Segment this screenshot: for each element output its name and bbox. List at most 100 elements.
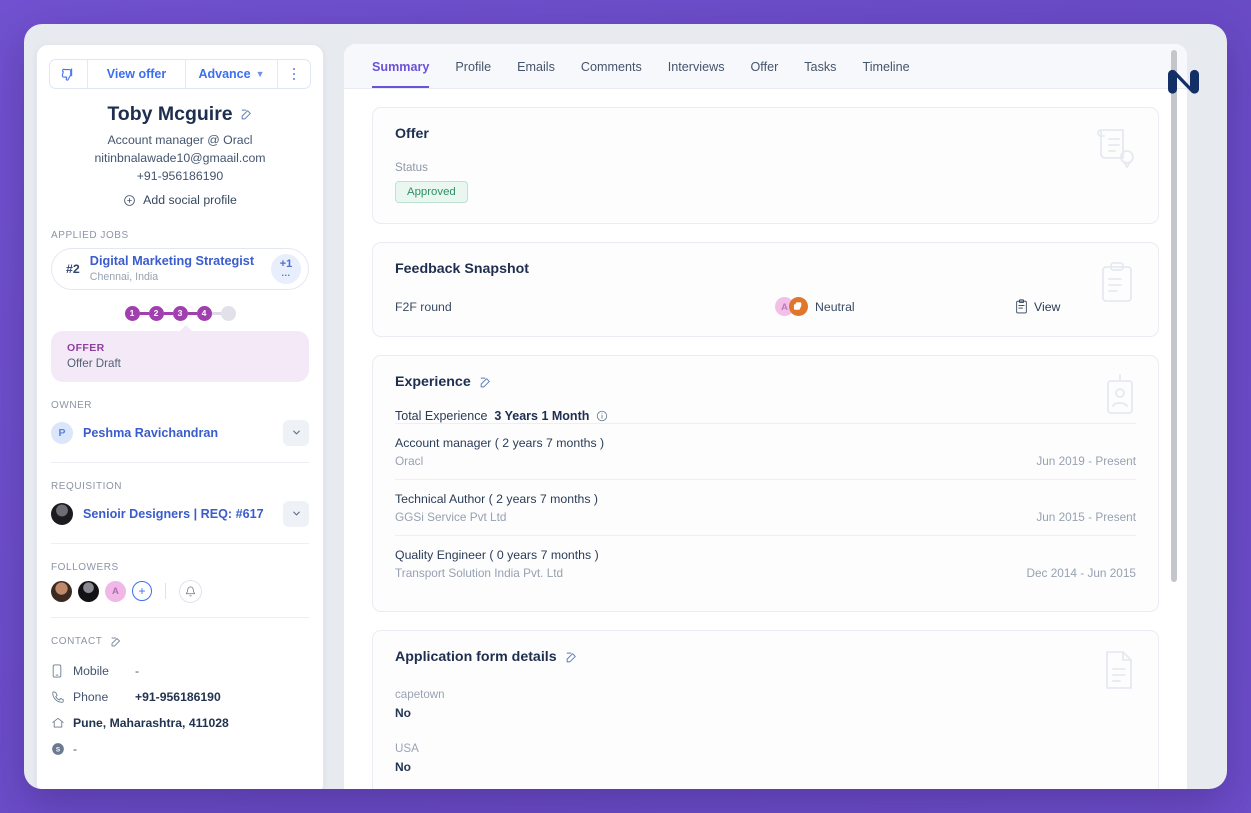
stage-progress: 1 2 3 4: [37, 305, 323, 321]
advance-dropdown-button[interactable]: Advance ▼: [186, 60, 278, 88]
add-follower-button[interactable]: +: [132, 581, 152, 601]
thumbs-down-icon: [61, 67, 73, 81]
tab-bar: Summary Profile Emails Comments Intervie…: [344, 44, 1187, 89]
feedback-rating: A Neutral: [775, 297, 1015, 316]
owner-dropdown-button[interactable]: [283, 419, 309, 446]
more-jobs-dots: ...: [281, 268, 291, 278]
contact-row-address: Pune, Maharashtra, 411028: [51, 710, 309, 736]
stage-connector: [187, 311, 197, 315]
tab-summary[interactable]: Summary: [372, 60, 430, 88]
requisition-dropdown-button[interactable]: [283, 500, 309, 527]
stage-step-3[interactable]: 3: [172, 305, 188, 321]
feedback-row: F2F round A Neutral View: [395, 297, 1136, 316]
more-jobs-badge[interactable]: +1 ...: [271, 253, 301, 284]
stage-step-1[interactable]: 1: [124, 305, 140, 321]
tab-timeline[interactable]: Timeline: [862, 60, 909, 88]
candidate-email[interactable]: nitinbnalawade10@gmaail.com: [53, 151, 307, 165]
contact-header: CONTACT: [51, 636, 323, 648]
divider: [51, 461, 309, 463]
add-social-profile-button[interactable]: Add social profile: [123, 193, 237, 207]
contact-row-mobile: Mobile -: [51, 658, 309, 684]
current-stage-sub: Offer Draft: [67, 356, 121, 370]
followers-label: FOLLOWERS: [51, 561, 119, 573]
vertical-scrollbar[interactable]: [1171, 50, 1177, 582]
chevron-down-icon: [292, 430, 300, 435]
application-title-text: Application form details: [395, 649, 557, 665]
current-stage-name: OFFER: [67, 341, 105, 354]
followers-row: A +: [51, 579, 309, 603]
phone-icon: [51, 690, 73, 704]
divider: [51, 616, 309, 618]
certificate-icon: [1096, 126, 1136, 175]
clipboard-icon: [1016, 299, 1027, 314]
avatar[interactable]: [78, 580, 99, 602]
candidate-phone: +91-956186190: [136, 169, 224, 183]
app-window: View offer Advance ▼ Toby Mcguire Accoun…: [24, 24, 1227, 789]
owner-name[interactable]: Peshma Ravichandran: [83, 426, 273, 440]
notifications-button[interactable]: [179, 579, 202, 603]
experience-item: Quality Engineer ( 0 years 7 months ) Tr…: [395, 535, 1136, 591]
requisition-label: REQUISITION: [51, 480, 123, 492]
page-title: Toby Mcguire: [107, 103, 233, 125]
edit-icon[interactable]: [565, 651, 578, 664]
tab-comments[interactable]: Comments: [581, 60, 642, 88]
edit-icon[interactable]: [110, 636, 122, 648]
offer-card: Offer Status Approved: [372, 107, 1159, 224]
avatar: [51, 502, 73, 525]
view-offer-button[interactable]: View offer: [88, 60, 186, 88]
experience-org: GGSi Service Pvt Ltd: [395, 510, 507, 524]
logo-icon: [1168, 69, 1199, 94]
total-experience-row: Total Experience 3 Years 1 Month: [395, 409, 1136, 423]
candidate-header: Toby Mcguire Account manager @ Oracl nit…: [37, 89, 323, 212]
edit-icon[interactable]: [240, 108, 253, 121]
contact-key: Mobile: [73, 663, 109, 678]
job-title: Digital Marketing Strategist: [89, 254, 255, 269]
experience-org: Transport Solution India Pvt. Ltd: [395, 566, 564, 580]
owner-row: P Peshma Ravichandran: [51, 418, 309, 448]
more-actions-button[interactable]: [278, 60, 310, 88]
home-icon: [51, 716, 73, 730]
tab-emails[interactable]: Emails: [517, 60, 555, 88]
avatar[interactable]: [51, 580, 72, 602]
stage-step-5[interactable]: [220, 305, 236, 321]
avatar[interactable]: A: [105, 580, 126, 602]
tab-profile[interactable]: Profile: [455, 60, 491, 88]
feedback-round: F2F round: [395, 299, 452, 314]
edit-icon[interactable]: [479, 376, 492, 389]
tab-offer[interactable]: Offer: [751, 60, 779, 88]
experience-role: Technical Author ( 2 years 7 months ): [395, 492, 598, 506]
tab-interviews[interactable]: Interviews: [668, 60, 725, 88]
experience-card-title: Experience: [395, 374, 492, 390]
view-feedback-button[interactable]: View: [1015, 299, 1060, 314]
info-icon[interactable]: [596, 410, 608, 422]
job-number: #2: [66, 261, 80, 276]
thumb-neutral-icon: [789, 297, 808, 316]
feedback-mood-label: Neutral: [815, 299, 855, 314]
document-icon: [1102, 649, 1136, 696]
job-location: Chennai, India: [89, 270, 159, 283]
offer-status-label: Status: [395, 161, 428, 174]
id-badge-icon: [1104, 374, 1136, 423]
experience-org: Oracl: [395, 454, 424, 468]
summary-scroll-area[interactable]: Offer Status Approved Feedback Snapshot: [344, 89, 1187, 789]
feedback-snapshot-card: Feedback Snapshot F2F round A Neutral Vi…: [372, 242, 1159, 337]
thumbs-down-button[interactable]: [50, 60, 88, 88]
avatar: P: [51, 421, 73, 444]
requisition-name[interactable]: Senioir Designers | REQ: #617: [83, 507, 273, 521]
candidate-name-row: Toby Mcguire: [107, 103, 252, 126]
plus-circle-icon: [124, 194, 135, 206]
experience-item: Technical Author ( 2 years 7 months ) GG…: [395, 479, 1136, 535]
total-experience-label: Total Experience: [395, 409, 488, 423]
skype-icon: S: [51, 742, 73, 756]
experience-role: Quality Engineer ( 0 years 7 months ): [395, 548, 599, 562]
form-question: USA: [395, 742, 419, 755]
applied-job-card[interactable]: #2 Digital Marketing Strategist Chennai,…: [51, 247, 309, 290]
stage-step-2[interactable]: 2: [148, 305, 164, 321]
experience-role: Account manager ( 2 years 7 months ): [395, 436, 605, 450]
add-social-label: Add social profile: [143, 193, 237, 207]
contact-row-phone: Phone +91-956186190: [51, 684, 309, 710]
experience-dates: Dec 2014 - Jun 2015: [1026, 566, 1136, 580]
stage-step-4[interactable]: 4: [196, 305, 212, 321]
tab-tasks[interactable]: Tasks: [804, 60, 836, 88]
candidate-sidebar: View offer Advance ▼ Toby Mcguire Accoun…: [36, 44, 324, 789]
